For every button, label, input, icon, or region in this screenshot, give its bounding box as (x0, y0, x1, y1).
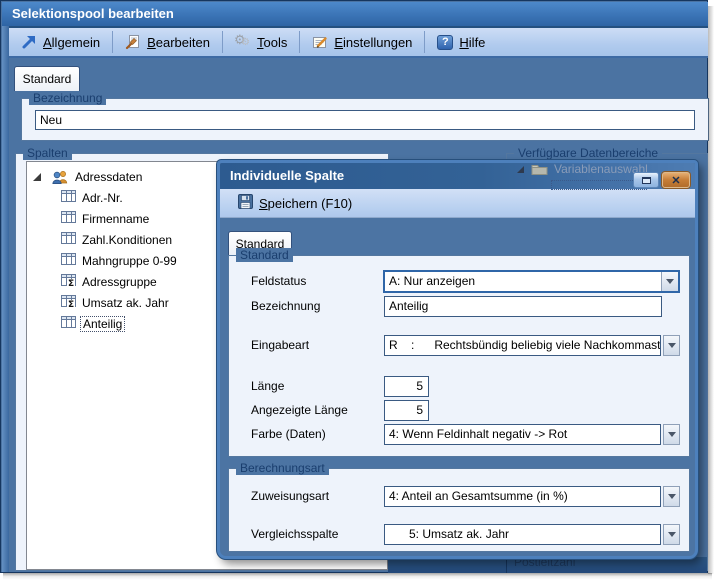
table-sum-icon: Σ (61, 295, 76, 311)
save-icon (238, 194, 253, 212)
toolbar-button-hilfe[interactable]: ? Hilfe (428, 30, 494, 54)
restore-icon (642, 177, 651, 184)
toolbar-button-tools[interactable]: ⚙⚙ Tools (226, 30, 296, 54)
main-toolbar: Allgemein Bearbeiten ⚙⚙ Tools Einstellun… (2, 28, 708, 58)
feldstatus-combobox[interactable]: A: Nur anzeigen (383, 270, 680, 293)
toolbar-separator (424, 31, 425, 53)
chevron-down-icon[interactable] (663, 335, 680, 356)
toolbar-button-allgemein[interactable]: Allgemein (12, 30, 109, 54)
tree-item[interactable]: Zahl.Konditionen (61, 229, 172, 250)
dialog-toolbar: Speichern (F10) (220, 189, 695, 218)
toolbar-button-einstellungen[interactable]: Einstellungen (303, 30, 421, 54)
angezeigte-laenge-label: Angezeigte Länge (251, 400, 348, 421)
window-shadow (3, 573, 712, 580)
angezeigte-laenge-field[interactable]: 5 (384, 400, 429, 421)
main-window-title: Selektionspool bearbeiten (12, 6, 174, 21)
standard-group-label: Standard (236, 248, 293, 262)
toolbar-button-bearbeiten[interactable]: Bearbeiten (116, 30, 219, 54)
table-icon (61, 316, 76, 331)
toolbar-label: Allgemein (43, 35, 100, 50)
table-icon (61, 211, 76, 226)
screen: Selektionspool bearbeiten Allgemein Bear… (0, 0, 717, 587)
dialog-standard-group: Standard Feldstatus A: Nur anzeigen Beze… (228, 255, 690, 457)
laenge-label: Länge (251, 376, 284, 397)
tree-item-label: Adressdaten (75, 170, 142, 184)
gears-icon: ⚙⚙ (235, 34, 251, 50)
tree-item-label: Mahngruppe 0-99 (82, 254, 177, 268)
table-sum-icon: Σ (61, 274, 76, 290)
zuweisungsart-label: Zuweisungsart (251, 486, 329, 507)
vergleichsspalte-label: Vergleichsspalte (251, 524, 338, 545)
tree-item-label: Adressgruppe (82, 275, 157, 289)
berechnungsart-group-label: Berechnungsart (236, 461, 329, 475)
bezeichnung-input[interactable]: Neu (35, 110, 695, 130)
dialog-title: Individuelle Spalte (230, 168, 344, 183)
tree-item-label: Umsatz ak. Jahr (82, 296, 169, 310)
chevron-down-icon[interactable] (663, 524, 680, 545)
main-window-titlebar[interactable]: Selektionspool bearbeiten (2, 2, 708, 26)
people-icon (51, 170, 69, 184)
eingabeart-combobox[interactable]: R : Rechtsbündig beliebig viele Nachkomm… (384, 335, 680, 356)
chevron-down-icon[interactable] (663, 424, 680, 445)
settings-note-icon (312, 34, 328, 50)
save-button-label: Speichern (F10) (259, 196, 352, 211)
table-icon (61, 253, 76, 268)
tree-item[interactable]: Σ Adressgruppe (61, 271, 157, 292)
tree-item[interactable]: Firmenname (61, 208, 149, 229)
tree-item-label: Adr.-Nr. (82, 191, 123, 205)
dialog-berechnung-group: Berechnungsart Zuweisungsart 4: Anteil a… (228, 468, 690, 552)
tree-item-selected[interactable]: Anteilig (61, 313, 125, 334)
zuweisungsart-combobox[interactable]: 4: Anteil an Gesamtsumme (in %) (384, 486, 680, 507)
individuelle-spalte-dialog: Individuelle Spalte Speichern (F10) Stan… (217, 160, 698, 559)
tree-item-label: Firmenname (82, 212, 149, 226)
bezeichnung-group: Bezeichnung Neu (21, 98, 709, 141)
toolbar-separator (112, 31, 113, 53)
farbe-label: Farbe (Daten) (251, 424, 326, 445)
laenge-field[interactable]: 5 (384, 376, 429, 397)
restore-button[interactable] (633, 172, 659, 188)
farbe-combobox[interactable]: 4: Wenn Feldinhalt negativ -> Rot (384, 424, 680, 445)
tree-item-label: Zahl.Konditionen (82, 233, 172, 247)
table-icon (61, 232, 76, 247)
spalten-group-label: Spalten (23, 146, 72, 160)
toolbar-separator (299, 31, 300, 53)
vergleichsspalte-combobox[interactable]: 5: Umsatz ak. Jahr (384, 524, 680, 545)
tree-item-label: Anteilig (80, 316, 125, 332)
tree-item[interactable]: Adr.-Nr. (61, 187, 123, 208)
table-icon (61, 190, 76, 205)
svg-text:Σ: Σ (68, 300, 74, 308)
expand-triangle-icon[interactable] (517, 166, 524, 173)
folder-icon (531, 162, 548, 180)
tab-standard-main[interactable]: Standard (14, 66, 80, 91)
chevron-down-icon[interactable] (661, 272, 678, 291)
bezeichnung-field-label: Bezeichnung (251, 296, 320, 317)
bezeichnung-group-label: Bezeichnung (29, 91, 106, 105)
toolbar-separator (222, 31, 223, 53)
tree-item[interactable]: Mahngruppe 0-99 (61, 250, 177, 271)
bezeichnung-field[interactable]: Anteilig (384, 296, 662, 317)
window-shadow (708, 6, 714, 574)
close-icon: ✕ (671, 174, 680, 187)
datenbereiche-group-label: Verfügbare Datenbereiche (514, 146, 662, 160)
save-button[interactable]: Speichern (F10) (232, 192, 358, 214)
toolbar-label: Hilfe (459, 35, 485, 50)
edit-document-icon (125, 34, 141, 50)
toolbar-label: Einstellungen (334, 35, 412, 50)
close-button[interactable]: ✕ (662, 172, 690, 188)
help-icon: ? (437, 35, 453, 50)
feldstatus-label: Feldstatus (251, 271, 306, 292)
window-left-border (2, 26, 9, 572)
arrow-up-right-icon (21, 34, 37, 50)
toolbar-label: Bearbeiten (147, 35, 210, 50)
chevron-down-icon[interactable] (663, 486, 680, 507)
expand-triangle-icon[interactable] (33, 173, 41, 181)
eingabeart-label: Eingabeart (251, 335, 309, 356)
tree-item[interactable]: Σ Umsatz ak. Jahr (61, 292, 169, 313)
toolbar-label: Tools (257, 35, 287, 50)
svg-text:Σ: Σ (68, 279, 74, 287)
